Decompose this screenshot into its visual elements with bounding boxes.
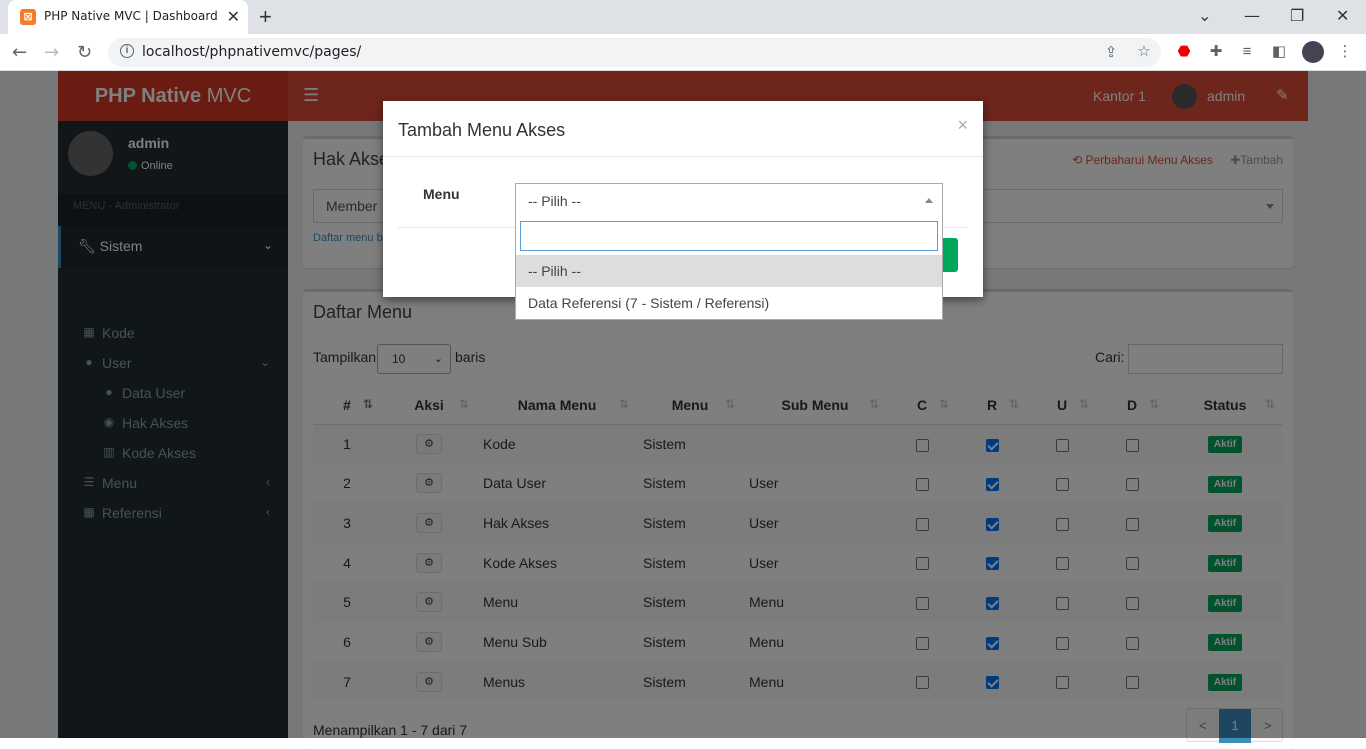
browser-tabbar: ⊠ PHP Native MVC | Dashboard ✕ + ⌄ — ❐ ✕ — [0, 0, 1366, 34]
menu-select[interactable]: -- Pilih -- — [515, 183, 943, 217]
window-close-icon[interactable]: ✕ — [1336, 6, 1349, 25]
menu-select-value: -- Pilih -- — [528, 193, 581, 209]
reload-icon[interactable]: ↻ — [77, 42, 92, 63]
omnibox[interactable]: i localhost/phpnativemvc/pages/ ⇪ ☆ — [108, 38, 1161, 67]
dropdown-search-input[interactable] — [520, 221, 938, 251]
xampp-favicon-icon: ⊠ — [20, 9, 36, 25]
profile-avatar[interactable] — [1302, 41, 1324, 63]
url-text: localhost/phpnativemvc/pages/ — [142, 44, 362, 60]
bookmark-star-icon[interactable]: ☆ — [1135, 43, 1153, 61]
back-icon[interactable]: ← — [12, 42, 27, 63]
browser-menu-icon[interactable]: ⋮ — [1336, 43, 1354, 61]
menu-dropdown: -- Pilih -- Data Referensi (7 - Sistem /… — [515, 216, 943, 320]
caret-up-icon — [925, 198, 933, 203]
site-info-icon[interactable]: i — [120, 44, 134, 58]
modal-divider — [383, 156, 983, 157]
browser-tab[interactable]: ⊠ PHP Native MVC | Dashboard ✕ — [8, 0, 248, 34]
dropdown-option[interactable]: Data Referensi (7 - Sistem / Referensi) — [516, 287, 942, 319]
share-icon[interactable]: ⇪ — [1102, 44, 1120, 62]
address-bar: ← → ↻ i localhost/phpnativemvc/pages/ ⇪ … — [0, 34, 1366, 71]
modal-title: Tambah Menu Akses — [398, 120, 566, 140]
new-tab-icon[interactable]: + — [259, 4, 272, 30]
forward-icon[interactable]: → — [44, 42, 59, 63]
adblock-icon[interactable]: ⬣ — [1175, 43, 1193, 61]
modal-close-icon[interactable]: × — [957, 115, 968, 136]
tab-search-icon[interactable]: ⌄ — [1198, 6, 1211, 25]
minimize-icon[interactable]: — — [1244, 6, 1260, 25]
dropdown-option[interactable]: -- Pilih -- — [516, 255, 942, 287]
side-panel-icon[interactable]: ◧ — [1270, 43, 1288, 61]
close-tab-icon[interactable]: ✕ — [227, 7, 240, 27]
menu-field-label: Menu — [423, 186, 460, 202]
tab-title: PHP Native MVC | Dashboard — [44, 9, 218, 23]
extensions-icon[interactable]: ✚ — [1207, 43, 1225, 61]
media-icon[interactable]: ≡ — [1238, 43, 1256, 61]
restore-icon[interactable]: ❐ — [1290, 6, 1304, 25]
